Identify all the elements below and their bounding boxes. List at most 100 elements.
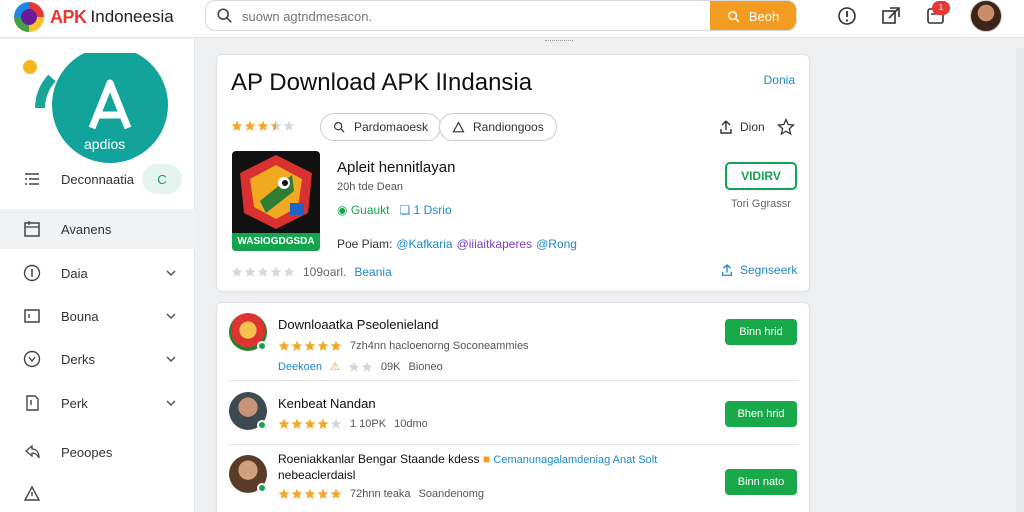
list-item-count: 1 10PK [350, 418, 387, 430]
empty-rating-stars[interactable] [231, 266, 295, 278]
calendar-icon [24, 221, 40, 237]
star-outline-icon[interactable] [777, 118, 795, 136]
comment-text: 1 Dsrio [413, 203, 452, 217]
top-bar: APK Indoneesia Beoh 1 [0, 0, 1024, 38]
brand-logo-icon [14, 2, 44, 32]
scroll-grip[interactable] [545, 40, 573, 43]
star-icon [291, 418, 303, 429]
tag-link[interactable]: @Kafkaria [396, 237, 452, 251]
sidebar-item-perk[interactable]: Perk [0, 383, 195, 423]
sidebar-item-label: Perk [61, 395, 88, 411]
chevron-down-icon [166, 400, 176, 407]
tag-link[interactable]: @iiiaitkaperes [457, 237, 533, 251]
warning-icon [23, 485, 41, 501]
top-link[interactable]: Donia [764, 73, 795, 87]
star-icon [361, 361, 373, 372]
list-icon [25, 173, 39, 185]
list-item[interactable]: Kenbeat Nandan 1 10PK 10dmo Bhen hrid [229, 383, 799, 445]
star-icon [283, 120, 295, 131]
star-icon [244, 120, 256, 131]
share-icon [721, 264, 733, 276]
sidebar-item-deconnaatia[interactable]: Deconnaatia C [0, 159, 195, 199]
star-icon [257, 120, 269, 131]
list-item[interactable]: Roeniakkanlar Bengar Staande kdess ■ Cem… [229, 447, 799, 512]
sidebar-item-peoopes[interactable]: Peoopes [0, 432, 195, 472]
info-icon[interactable] [836, 5, 858, 27]
sidebar-item-label: Avanens [61, 221, 112, 237]
brand[interactable]: APK Indoneesia [14, 2, 174, 32]
upload-action[interactable]: Dion [718, 119, 765, 135]
search-icon [334, 121, 345, 132]
share-label: Segnseerk [740, 263, 798, 277]
install-button[interactable]: Binn hrid [725, 319, 797, 345]
list-item-link[interactable]: Deekoen [278, 361, 322, 373]
search-icon [217, 8, 232, 23]
download-note: Tori Ggrassr [731, 198, 791, 210]
star-icon [283, 266, 295, 277]
verified-text: Guaukt [350, 203, 390, 217]
search-input[interactable] [242, 6, 702, 26]
list-item-link[interactable]: Cemanunagalamdeniag Anat Solt [493, 454, 657, 466]
filter-pill-randiongoos[interactable]: Randiongoos [439, 113, 557, 141]
action-label: Dion [740, 120, 765, 134]
brand-apk: APK [50, 6, 87, 27]
install-button[interactable]: Binn nato [725, 469, 797, 495]
parrot-icon [240, 155, 312, 229]
rating-stars [231, 120, 295, 132]
list-item-rating: 1 10PK 10dmo [278, 418, 428, 430]
search-button[interactable]: Beoh [710, 1, 796, 30]
list-item-rating-text: 72hnn teaka [350, 488, 411, 500]
page-scrollbar[interactable] [1016, 48, 1024, 512]
app-tags: Poe Piam: @Kafkaria @iiiaitkaperes @Rong [337, 237, 577, 251]
app-logo-icon: apdios [23, 53, 168, 163]
app-list-card: Downloaatka Pseolenieland 7zh4nn hacloen… [216, 302, 810, 512]
star-icon [270, 266, 282, 277]
notification-badge: 1 [932, 1, 950, 15]
external-window-icon[interactable] [880, 5, 902, 27]
sidebar-item-label: Daia [61, 265, 88, 281]
list-item-title-text: Roeniakkanlar Bengar Staande kdess [278, 452, 480, 466]
online-dot-icon [257, 483, 267, 493]
sidebar-item-label: Deconnaatia [61, 171, 134, 187]
online-dot-icon [257, 420, 267, 430]
warning-icon [452, 120, 465, 132]
page-title: AP Download APK lIndansia [231, 69, 533, 96]
star-icon [278, 418, 290, 429]
window-icon [24, 309, 40, 323]
app-icon[interactable]: WASIOGDGSDA [232, 151, 320, 251]
tag-link[interactable]: @Rong [536, 237, 577, 251]
star-icon [231, 120, 243, 131]
featured-app-card: AP Download APK lIndansia Donia Pardomao… [216, 54, 810, 292]
sidebar-item-daia[interactable]: Daia [0, 253, 195, 293]
badge-icon: ■ [482, 452, 491, 466]
filter-pill-pardomaoesk[interactable]: Pardomaoesk [320, 113, 442, 141]
empty-stars [348, 361, 373, 373]
list-item-extra-text: Bioneo [408, 360, 443, 373]
avatar[interactable] [970, 0, 1002, 32]
app-icon-label: WASIOGDGSDA [232, 233, 320, 251]
list-item-rating-text: 7zh4nn hacloenorng Soconeammies [350, 340, 529, 352]
sidebar-item-label: Bouna [61, 308, 99, 324]
list-item-extra-text: Soandenomg [418, 488, 485, 500]
sidebar-toggle[interactable]: C [142, 164, 182, 194]
chevron-down-icon [166, 270, 176, 277]
download-button[interactable]: VIDIRV [725, 162, 797, 190]
sidebar-item-derks[interactable]: Derks [0, 339, 195, 379]
star-icon [291, 340, 303, 351]
install-button[interactable]: Bhen hrid [725, 401, 797, 427]
list-item-title: Downloaatka Pseolenieland [278, 317, 439, 332]
online-dot-icon [257, 341, 267, 351]
sidebar-item-bouna[interactable]: Bouna [0, 296, 195, 336]
sidebar-item-label: Peoopes [61, 444, 113, 460]
star-icon [317, 418, 329, 429]
sidebar-item-warning[interactable] [0, 474, 195, 512]
share-link[interactable]: Segnseerk [720, 263, 797, 277]
star-icon [244, 266, 256, 277]
list-item-title-cont: nebeaclerdaisl [278, 468, 356, 482]
list-item[interactable]: Downloaatka Pseolenieland 7zh4nn hacloen… [229, 303, 799, 381]
sidebar-item-avanens[interactable]: Avanens [0, 209, 195, 249]
search-icon [727, 10, 740, 22]
rating-link[interactable]: Beania [354, 265, 391, 279]
app-subtitle: 20h tde Dean [337, 181, 404, 193]
star-icon [330, 488, 342, 499]
